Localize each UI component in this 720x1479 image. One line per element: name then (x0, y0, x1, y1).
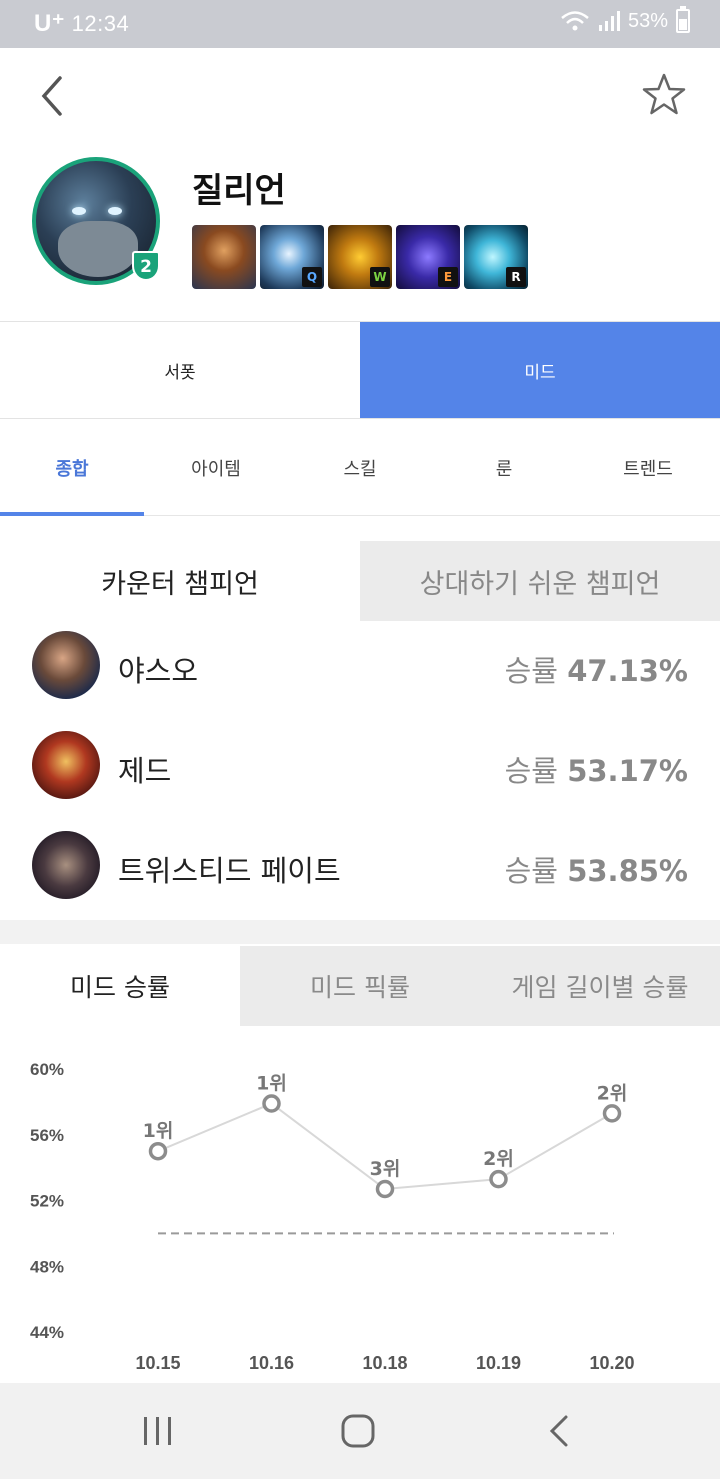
data-point (375, 1179, 395, 1199)
skill-w[interactable]: W (328, 225, 392, 289)
data-point (489, 1169, 508, 1189)
level-badge: 2 (132, 251, 160, 281)
counter-name: 야스오 (118, 654, 199, 688)
counter-tabs: 카운터 챔피언 상대하기 쉬운 챔피언 (0, 541, 720, 621)
rank-label: 3위 (370, 1158, 401, 1180)
skill-passive[interactable] (192, 225, 256, 289)
home-icon[interactable] (338, 1411, 378, 1451)
list-item[interactable]: 제드 승률 53.17% (0, 718, 720, 818)
champion-icon-twisted-fate (32, 831, 100, 899)
x-tick-label: 10.15 (135, 1353, 180, 1373)
tab-support[interactable]: 서폿 (0, 322, 360, 418)
clock: 12:34 (71, 11, 130, 36)
skill-list: Q W E R (192, 225, 528, 289)
tab-runes[interactable]: 룬 (432, 420, 576, 515)
tab-items[interactable]: 아이템 (144, 420, 288, 515)
favorite-button[interactable] (640, 72, 688, 118)
battery-icon (676, 6, 690, 33)
skill-key-label: E (438, 267, 458, 287)
back-nav-icon[interactable] (540, 1411, 580, 1451)
counter-name: 트위스티드 페이트 (118, 854, 341, 888)
list-item[interactable]: 야스오 승률 47.13% (0, 618, 720, 718)
counter-winrate: 승률 53.85% (504, 854, 688, 888)
champion-name: 질리언 (192, 171, 286, 211)
data-point (262, 1094, 281, 1113)
tab-counter-champions[interactable]: 카운터 챔피언 (0, 541, 360, 621)
counter-list: 야스오 승률 47.13% 제드 승률 53.17% 트위스티드 페이트 승률 … (0, 618, 720, 918)
skill-key-label: W (370, 267, 390, 287)
x-tick-label: 10.19 (476, 1353, 521, 1373)
tab-easy-matchups[interactable]: 상대하기 쉬운 챔피언 (360, 541, 720, 621)
section-divider (0, 920, 720, 944)
carrier-label: U⁺ (34, 10, 65, 37)
tab-mid[interactable]: 미드 (360, 322, 720, 418)
detail-tabs: 종합 아이템 스킬 룬 트렌드 (0, 420, 720, 516)
tab-mid-winrate[interactable]: 미드 승률 (0, 946, 240, 1026)
y-tick-label: 52% (30, 1192, 64, 1211)
counter-winrate: 승률 47.13% (504, 654, 688, 688)
rank-label: 1위 (256, 1073, 287, 1095)
champion-icon-zed (32, 731, 100, 799)
counter-name: 제드 (118, 754, 172, 788)
status-bar: U⁺ 12:34 53% (0, 0, 720, 48)
recent-apps-icon[interactable] (138, 1411, 178, 1451)
skill-key-label: R (506, 267, 526, 287)
battery-percent: 53% (627, 9, 668, 32)
list-item[interactable]: 트위스티드 페이트 승률 53.85% (0, 818, 720, 918)
tab-trend[interactable]: 트렌드 (576, 420, 720, 515)
position-tabs: 서폿 미드 (0, 321, 720, 419)
skill-q[interactable]: Q (260, 225, 324, 289)
skill-key-label: Q (302, 267, 322, 287)
tab-winrate-by-game-length[interactable]: 게임 길이별 승률 (480, 946, 720, 1026)
x-tick-label: 10.20 (589, 1353, 634, 1373)
rank-label: 2위 (597, 1082, 628, 1104)
data-point (148, 1141, 168, 1161)
y-tick-label: 48% (30, 1257, 64, 1276)
y-tick-label: 60% (30, 1060, 64, 1079)
counter-winrate: 승률 53.17% (504, 754, 688, 788)
data-point (602, 1104, 622, 1123)
skill-r[interactable]: R (464, 225, 528, 289)
tab-mid-pickrate[interactable]: 미드 픽률 (240, 946, 480, 1026)
x-tick-label: 10.18 (362, 1353, 407, 1373)
system-navigation-bar (0, 1383, 720, 1479)
y-tick-label: 56% (30, 1126, 64, 1145)
chevron-left-icon (41, 76, 62, 116)
wifi-icon (561, 11, 589, 31)
x-tick-label: 10.16 (249, 1353, 294, 1373)
back-button[interactable] (34, 74, 74, 118)
champion-detail-page: U⁺ 12:34 53% 2 질리언 Q W E R 서폿 미드 종합 아이템 … (0, 0, 720, 1479)
y-tick-label: 44% (30, 1323, 64, 1342)
rank-label: 1위 (143, 1120, 174, 1142)
winrate-line-chart: 60% 56% 52% 48% 44% 1위 1위 3위 2위 2위 10.15 10.16 10.18… (30, 1060, 635, 1373)
tab-skills[interactable]: 스킬 (288, 420, 432, 515)
champion-icon-yasuo (32, 631, 100, 699)
rank-label: 2위 (483, 1148, 514, 1170)
skill-e[interactable]: E (396, 225, 460, 289)
signal-icon (598, 11, 620, 31)
star-icon (642, 73, 686, 115)
tab-overview[interactable]: 종합 (0, 420, 144, 516)
stat-tabs: 미드 승률 미드 픽률 게임 길이별 승률 (0, 946, 720, 1026)
